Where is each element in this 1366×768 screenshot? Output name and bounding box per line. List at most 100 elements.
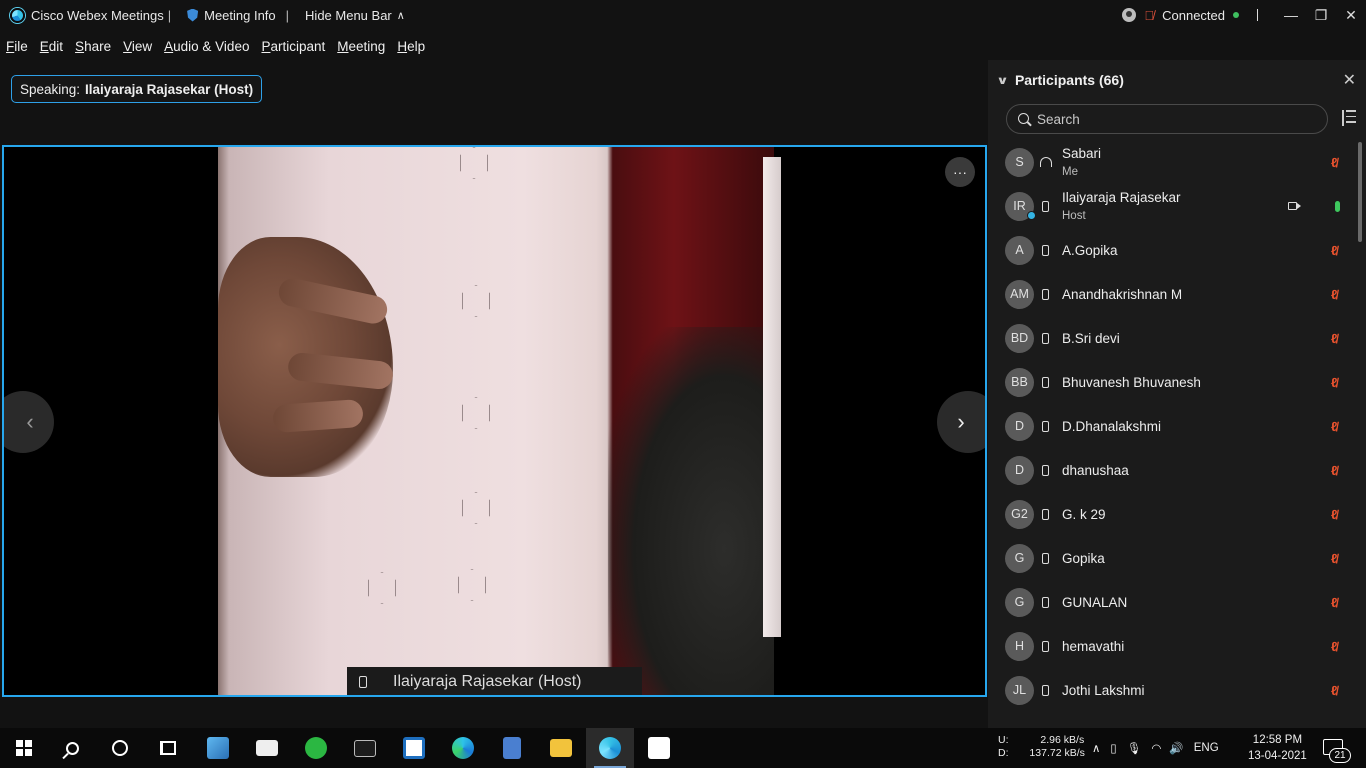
title-bar-right: 🎙̸ Connected — ❐ ✕ — [1122, 0, 1366, 30]
download-label: D: — [998, 747, 1009, 759]
phone-icon — [1042, 464, 1049, 476]
mic-muted-icon[interactable]: ℓ̸ — [1331, 375, 1337, 390]
phone-icon — [1042, 552, 1049, 564]
start-button[interactable] — [0, 728, 48, 768]
more-options-button[interactable]: ··· — [945, 157, 975, 187]
taskbar-app-mail[interactable] — [243, 728, 291, 768]
avatar: BB — [1005, 367, 1034, 397]
taskbar: U: 2.96 kB/s D: 137.72 kB/s ∧ ▯ 🎙 ◠ 🔊 EN… — [0, 728, 1366, 768]
participant-row[interactable]: BB Bhuvanesh Bhuvanesh ℓ̸ — [988, 360, 1354, 404]
app-name: Cisco Webex Meetings — [31, 7, 164, 23]
previous-video-button[interactable]: ‹ — [4, 391, 54, 453]
participant-row[interactable]: D D.Dhanalakshmi ℓ̸ — [988, 404, 1354, 448]
benzene-ring — [462, 492, 490, 524]
participant-name: GUNALAN — [1062, 594, 1128, 610]
taskbar-app-pc[interactable] — [194, 728, 242, 768]
taskbar-app-l[interactable] — [390, 728, 438, 768]
participant-name: Gopika — [1062, 550, 1105, 566]
language-indicator[interactable]: ENG — [1194, 742, 1219, 754]
headset-icon — [1040, 157, 1052, 167]
shield-icon — [187, 8, 199, 22]
taskbar-app-whatsapp[interactable] — [292, 728, 340, 768]
avatar: G — [1005, 587, 1034, 617]
clock-date: 13-04-2021 — [1248, 750, 1307, 762]
menu-share[interactable]: Share — [69, 39, 117, 54]
mic-muted-icon[interactable]: ℓ̸ — [1331, 551, 1337, 566]
taskbar-app-terminal[interactable] — [341, 728, 389, 768]
avatar: JL — [1005, 675, 1034, 705]
taskbar-app-photos[interactable] — [635, 728, 683, 768]
mic-muted-icon[interactable]: ℓ̸ — [1331, 155, 1337, 170]
search-placeholder: Search — [1037, 111, 1080, 127]
phone-icon — [1042, 332, 1049, 344]
participant-list-scrollbar[interactable] — [1358, 142, 1362, 242]
mic-muted-icon[interactable]: ℓ̸ — [1331, 595, 1337, 610]
taskbar-app-calculator[interactable] — [488, 728, 536, 768]
cortana-button[interactable] — [96, 728, 144, 768]
menu-participant[interactable]: Participant — [255, 39, 331, 54]
mic-muted-icon[interactable]: ℓ̸ — [1331, 683, 1337, 698]
mic-muted-icon[interactable]: ℓ̸ — [1331, 463, 1337, 478]
menu-help[interactable]: Help — [391, 39, 431, 54]
mic-muted-icon[interactable]: ℓ̸ — [1331, 507, 1337, 522]
menu-file[interactable]: File — [0, 39, 34, 54]
system-tray: ∧ ▯ 🎙 ◠ 🔊 ENG — [1092, 728, 1219, 768]
microphone-icon[interactable]: 🎙 — [1127, 741, 1142, 755]
mic-muted-icon[interactable]: ℓ̸ — [1331, 419, 1337, 434]
muted-mic-icon[interactable]: 🎙̸ — [1144, 8, 1154, 23]
participant-search-input[interactable]: Search — [1006, 104, 1328, 134]
participants-header[interactable]: ∨ Participants (66) — [988, 60, 1366, 100]
mic-muted-icon[interactable]: ℓ̸ — [1331, 287, 1337, 302]
close-panel-button[interactable]: ✕ — [1343, 70, 1356, 90]
mic-muted-icon[interactable]: ℓ̸ — [1331, 243, 1337, 258]
taskbar-app-edge[interactable] — [439, 728, 487, 768]
next-video-button[interactable]: › — [937, 391, 985, 453]
participant-row[interactable]: G GUNALAN ℓ̸ — [988, 580, 1354, 624]
menu-view[interactable]: View — [117, 39, 158, 54]
phone-icon — [359, 676, 367, 688]
participant-name: Jothi Lakshmi — [1062, 682, 1145, 698]
webex-window: Cisco Webex Meetings | Meeting Info | Hi… — [0, 0, 1366, 728]
taskbar-app-webex[interactable] — [586, 728, 634, 768]
participant-row[interactable]: BD B.Sri devi ℓ̸ — [988, 316, 1354, 360]
taskbar-search-button[interactable] — [48, 728, 96, 768]
task-view-button[interactable] — [144, 728, 192, 768]
phone-icon — [1042, 376, 1049, 388]
chevron-down-icon[interactable]: ∨ — [996, 74, 1009, 87]
participant-name: hemavathi — [1062, 638, 1125, 654]
participant-row[interactable]: IR Ilaiyaraja Rajasekar Host — [988, 184, 1354, 228]
avatar: IR — [1005, 191, 1036, 221]
usb-icon[interactable]: ▯ — [1110, 741, 1116, 755]
minimize-button[interactable]: — — [1276, 0, 1306, 30]
phone-icon — [1042, 596, 1049, 608]
participant-row[interactable]: JL Jothi Lakshmi ℓ̸ — [988, 668, 1354, 712]
sort-icon[interactable] — [1340, 110, 1356, 128]
participant-row[interactable]: G2 G. k 29 ℓ̸ — [988, 492, 1354, 536]
clock[interactable]: 12:58 PM 13-04-2021 — [1248, 732, 1307, 764]
participant-row[interactable]: AM Anandhakrishnan M ℓ̸ — [988, 272, 1354, 316]
menu-audio-video[interactable]: Audio & Video — [158, 39, 255, 54]
chevron-up-icon[interactable]: ∧ — [1092, 741, 1100, 755]
menu-meeting[interactable]: Meeting — [331, 39, 391, 54]
upload-row: U: 2.96 kB/s — [998, 734, 1085, 747]
mail-icon — [256, 740, 278, 756]
whatsapp-icon — [305, 737, 327, 759]
maximize-button[interactable]: ❐ — [1306, 0, 1336, 30]
participant-name: A.Gopika — [1062, 242, 1118, 258]
participant-row[interactable]: H hemavathi ℓ̸ — [988, 624, 1354, 668]
phone-icon — [1042, 684, 1049, 696]
video-feed — [218, 147, 781, 695]
close-window-button[interactable]: ✕ — [1336, 0, 1366, 30]
participant-row[interactable]: D dhanushaa ℓ̸ — [988, 448, 1354, 492]
taskbar-app-explorer[interactable] — [537, 728, 585, 768]
wifi-icon[interactable]: ◠ — [1151, 741, 1161, 755]
participant-row[interactable]: A A.Gopika ℓ̸ — [988, 228, 1354, 272]
volume-icon[interactable]: 🔊 — [1169, 741, 1183, 755]
mic-muted-icon[interactable]: ℓ̸ — [1331, 331, 1337, 346]
menu-edit[interactable]: Edit — [34, 39, 69, 54]
hide-menu-bar-button[interactable]: Hide Menu Bar ∧ — [299, 0, 411, 30]
meeting-info-button[interactable]: Meeting Info | — [181, 0, 299, 30]
participant-row[interactable]: G Gopika ℓ̸ — [988, 536, 1354, 580]
participant-row[interactable]: S Sabari Me ℓ̸ — [988, 140, 1354, 184]
mic-muted-icon[interactable]: ℓ̸ — [1331, 639, 1337, 654]
